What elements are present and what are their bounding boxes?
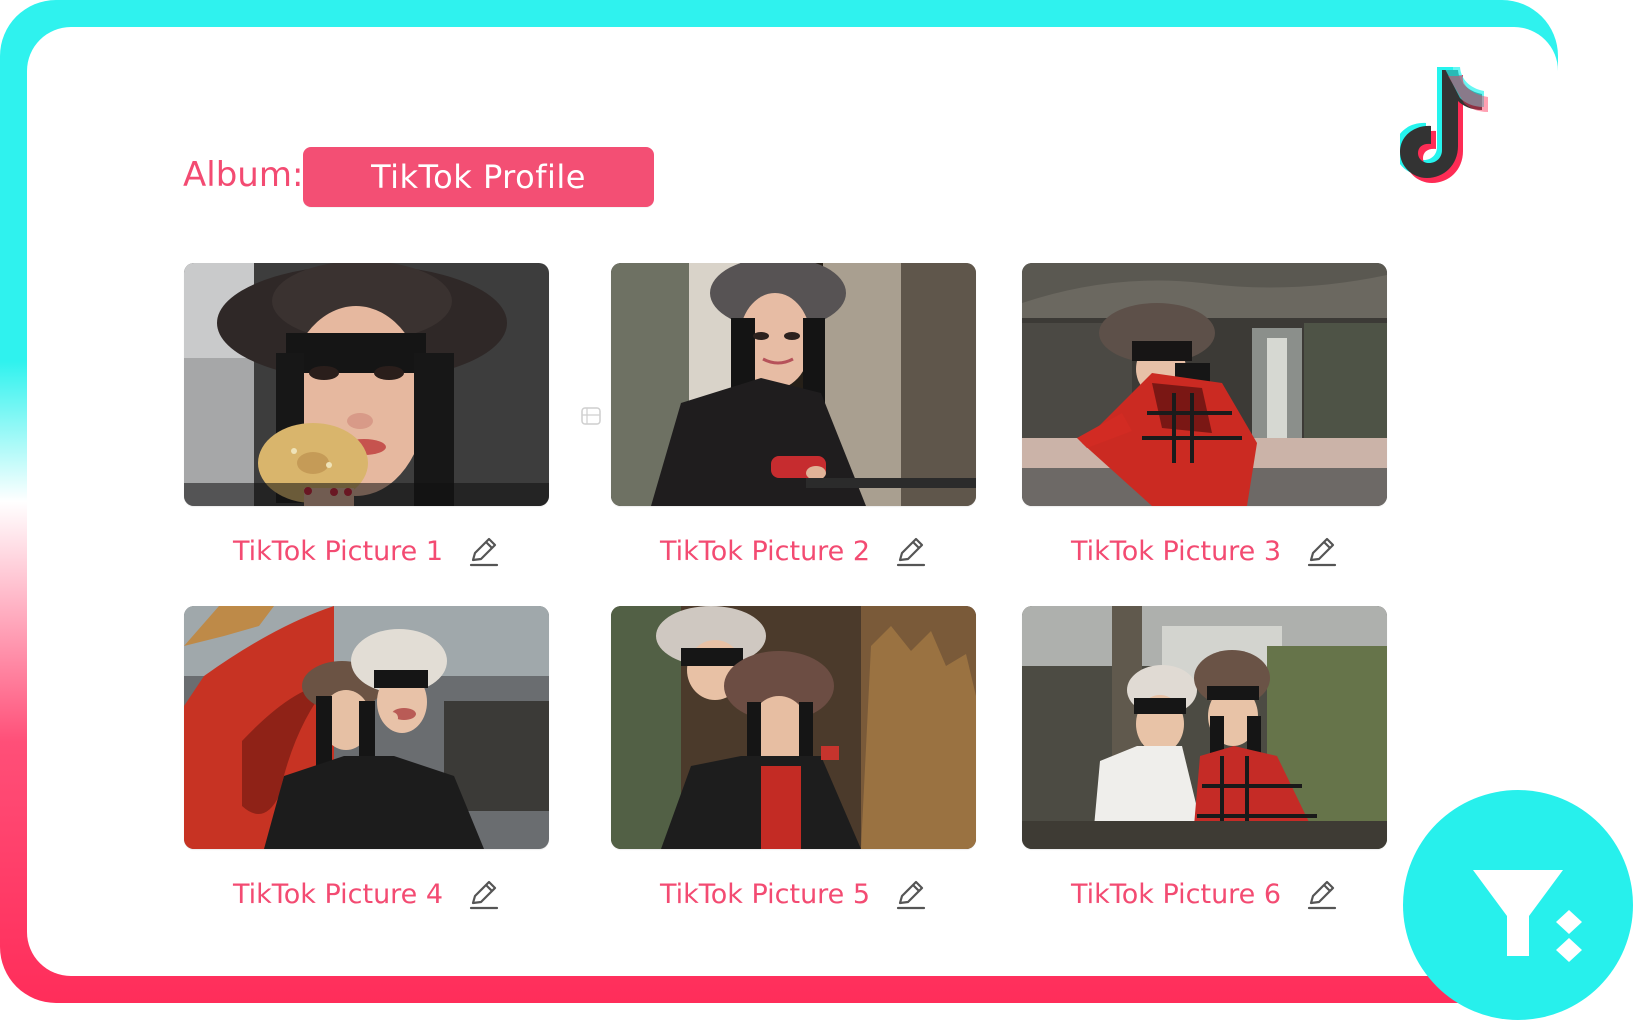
caption-5: TikTok Picture 5: [611, 875, 976, 915]
picture-title: TikTok Picture 4: [233, 879, 444, 910]
photo-2[interactable]: [611, 263, 976, 506]
caption-1: TikTok Picture 1: [184, 532, 549, 572]
picture-title: TikTok Picture 6: [1071, 879, 1282, 910]
caption-4: TikTok Picture 4: [184, 875, 549, 915]
gallery-card-3[interactable]: TikTok Picture 3: [1022, 263, 1387, 567]
picture-title: TikTok Picture 2: [660, 536, 871, 567]
edit-pencil-icon[interactable]: [893, 878, 927, 912]
edit-pencil-icon[interactable]: [1304, 878, 1338, 912]
drag-handle-icon[interactable]: [580, 405, 602, 427]
gallery-card-4[interactable]: TikTok Picture 4: [184, 606, 549, 910]
edit-pencil-icon[interactable]: [1304, 535, 1338, 569]
caption-3: TikTok Picture 3: [1022, 532, 1387, 572]
gallery-card-5[interactable]: TikTok Picture 5: [611, 606, 976, 910]
photo-1[interactable]: [184, 263, 549, 506]
gallery-card-6[interactable]: TikTok Picture 6: [1022, 606, 1387, 910]
tiktok-logo-icon: [1395, 64, 1510, 190]
album-label: Album:: [183, 155, 304, 195]
picture-title: TikTok Picture 3: [1071, 536, 1282, 567]
caption-2: TikTok Picture 2: [611, 532, 976, 572]
edit-pencil-icon[interactable]: [466, 535, 500, 569]
filter-sort-icon[interactable]: [1403, 790, 1633, 1020]
photo-5[interactable]: [611, 606, 976, 849]
photo-4[interactable]: [184, 606, 549, 849]
gallery-card-1[interactable]: TikTok Picture 1: [184, 263, 549, 567]
album-name-button[interactable]: TikTok Profile: [303, 147, 654, 207]
edit-pencil-icon[interactable]: [466, 878, 500, 912]
picture-title: TikTok Picture 1: [233, 536, 444, 567]
caption-6: TikTok Picture 6: [1022, 875, 1387, 915]
photo-6[interactable]: [1022, 606, 1387, 849]
gallery-card-2[interactable]: TikTok Picture 2: [611, 263, 976, 567]
picture-title: TikTok Picture 5: [660, 879, 871, 910]
photo-3[interactable]: [1022, 263, 1387, 506]
edit-pencil-icon[interactable]: [893, 535, 927, 569]
